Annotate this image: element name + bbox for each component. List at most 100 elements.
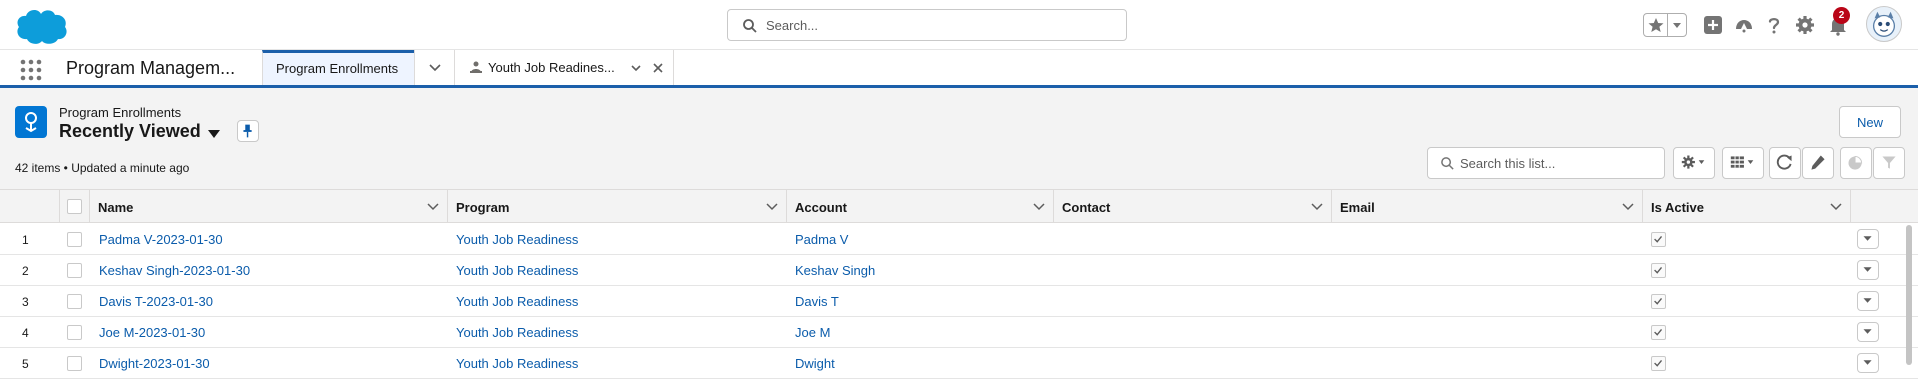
list-search[interactable] <box>1427 147 1665 179</box>
global-actions-button[interactable] <box>1701 13 1725 37</box>
row-select-checkbox[interactable] <box>67 294 82 309</box>
chevron-down-icon[interactable] <box>1033 202 1045 212</box>
row-select-checkbox[interactable] <box>67 356 82 371</box>
new-button[interactable]: New <box>1839 106 1901 138</box>
row-number: 3 <box>22 295 29 309</box>
record-name-link[interactable]: Padma V-2023-01-30 <box>99 232 223 247</box>
checkmark-icon <box>1654 267 1663 274</box>
trailhead-button[interactable] <box>1732 13 1756 37</box>
charts-button[interactable] <box>1840 147 1872 179</box>
refresh-button[interactable] <box>1769 147 1801 179</box>
program-link[interactable]: Youth Job Readiness <box>456 356 578 371</box>
tab-program-enrollments[interactable]: Program Enrollments <box>262 50 414 85</box>
select-all-header <box>60 190 90 223</box>
vertical-scrollbar[interactable] <box>1906 225 1912 365</box>
account-link[interactable]: Keshav Singh <box>795 263 875 278</box>
search-icon <box>1441 157 1454 170</box>
program-link[interactable]: Youth Job Readiness <box>456 294 578 309</box>
inline-edit-button[interactable] <box>1802 147 1834 179</box>
record-name-link[interactable]: Davis T-2023-01-30 <box>99 294 213 309</box>
checkmark-icon <box>1654 298 1663 305</box>
notification-badge: 2 <box>1833 7 1850 24</box>
chevron-down-icon[interactable] <box>766 202 778 212</box>
row-select-checkbox[interactable] <box>67 325 82 340</box>
user-avatar[interactable] <box>1866 6 1902 42</box>
tab-label: Youth Job Readines... <box>488 60 615 75</box>
table-row[interactable]: 5 Dwight-2023-01-30 Youth Job Readiness … <box>0 348 1918 379</box>
record-name-link[interactable]: Joe M-2023-01-30 <box>99 325 205 340</box>
filter-icon <box>1882 156 1896 169</box>
list-search-input[interactable] <box>1460 148 1660 178</box>
account-link[interactable]: Padma V <box>795 232 848 247</box>
row-actions-button[interactable] <box>1857 229 1879 249</box>
is-active-checkbox <box>1651 232 1666 247</box>
tab-label: Program Enrollments <box>276 61 399 76</box>
column-label: Is Active <box>1651 200 1704 215</box>
column-header-contact[interactable]: Contact <box>1054 190 1332 223</box>
row-actions-button[interactable] <box>1857 353 1879 373</box>
program-link[interactable]: Youth Job Readiness <box>456 232 578 247</box>
chevron-down-icon[interactable] <box>629 61 643 75</box>
table-row[interactable]: 2 Keshav Singh-2023-01-30 Youth Job Read… <box>0 255 1918 286</box>
program-enrollment-object-icon <box>15 106 47 138</box>
record-name-link[interactable]: Keshav Singh-2023-01-30 <box>99 263 250 278</box>
column-header-is-active[interactable]: Is Active <box>1643 190 1851 223</box>
chevron-down-icon <box>1673 23 1681 28</box>
pencil-icon <box>1811 155 1825 170</box>
global-search-input[interactable] <box>766 10 1116 40</box>
row-actions-button[interactable] <box>1857 291 1879 311</box>
account-link[interactable]: Joe M <box>795 325 830 340</box>
table-row[interactable]: 4 Joe M-2023-01-30 Youth Job Readiness J… <box>0 317 1918 348</box>
program-link[interactable]: Youth Job Readiness <box>456 263 578 278</box>
checkmark-icon <box>1654 329 1663 336</box>
setup-button[interactable] <box>1793 13 1817 37</box>
chevron-down-icon[interactable] <box>1830 202 1842 212</box>
salesforce-logo[interactable] <box>12 6 72 46</box>
help-icon <box>1768 17 1780 34</box>
column-header-program[interactable]: Program <box>448 190 787 223</box>
close-icon[interactable] <box>651 61 665 75</box>
account-link[interactable]: Dwight <box>795 356 835 371</box>
column-header-account[interactable]: Account <box>787 190 1054 223</box>
row-actions-button[interactable] <box>1857 260 1879 280</box>
column-label: Email <box>1340 200 1375 215</box>
chevron-down-icon[interactable] <box>1311 202 1323 212</box>
help-button[interactable] <box>1762 13 1786 37</box>
chevron-down-icon <box>1863 267 1872 272</box>
column-label: Program <box>456 200 510 215</box>
tab-youth-job-readiness[interactable]: Youth Job Readines... <box>454 50 674 85</box>
favorites-button[interactable] <box>1644 14 1668 36</box>
row-select-checkbox[interactable] <box>67 232 82 247</box>
chart-icon <box>1848 155 1863 170</box>
global-search[interactable] <box>727 9 1127 41</box>
enrollment-icon <box>25 112 37 133</box>
select-all-checkbox[interactable] <box>67 199 82 214</box>
row-select-checkbox[interactable] <box>67 263 82 278</box>
table-row[interactable]: 1 Padma V-2023-01-30 Youth Job Readiness… <box>0 224 1918 255</box>
column-label: Account <box>795 200 847 215</box>
record-name-link[interactable]: Dwight-2023-01-30 <box>99 356 210 371</box>
column-header-email[interactable]: Email <box>1332 190 1643 223</box>
list-view-picker-icon[interactable] <box>207 128 221 140</box>
display-as-button[interactable] <box>1722 147 1764 179</box>
table-row[interactable]: 3 Davis T-2023-01-30 Youth Job Readiness… <box>0 286 1918 317</box>
list-view-controls-button[interactable] <box>1673 147 1715 179</box>
tab-program-enrollments-menu[interactable] <box>414 50 454 85</box>
filters-button[interactable] <box>1873 147 1905 179</box>
checkmark-icon <box>1654 360 1663 367</box>
chevron-down-icon[interactable] <box>1622 202 1634 212</box>
account-link[interactable]: Davis T <box>795 294 839 309</box>
app-launcher-icon[interactable] <box>20 59 42 81</box>
row-number: 5 <box>22 357 29 371</box>
chevron-down-icon <box>1863 298 1872 303</box>
global-header: 2 <box>0 0 1918 50</box>
list-view-name[interactable]: Recently Viewed <box>59 121 201 142</box>
column-header-name[interactable]: Name <box>90 190 448 223</box>
favorites-dropdown[interactable] <box>1668 14 1686 36</box>
refresh-icon <box>1776 154 1792 170</box>
table-header-row: Name Program Account Contact Email Is Ac… <box>0 190 1918 223</box>
program-link[interactable]: Youth Job Readiness <box>456 325 578 340</box>
row-actions-button[interactable] <box>1857 322 1879 342</box>
chevron-down-icon[interactable] <box>427 202 439 212</box>
pin-list-view-button[interactable] <box>237 120 259 142</box>
